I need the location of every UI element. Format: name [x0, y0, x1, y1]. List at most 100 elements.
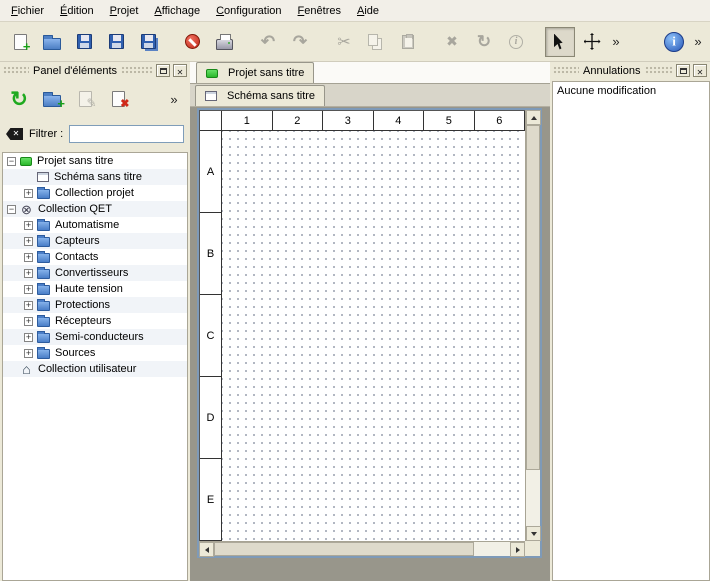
tree-item-semi-conducteurs[interactable]: Semi-conducteurs — [3, 329, 187, 345]
schema-tab-label: Schéma sans titre — [227, 90, 315, 102]
tree-expander[interactable] — [24, 333, 33, 342]
tree-expander[interactable] — [24, 317, 33, 326]
menu-fenetres[interactable]: Fenêtres — [290, 2, 349, 20]
tree-item-label: Protections — [55, 299, 110, 311]
cut-button[interactable] — [329, 27, 359, 57]
edit-element-button[interactable] — [71, 85, 99, 113]
float-undo-panel-button[interactable] — [676, 64, 690, 77]
tree-item-label: Collection projet — [55, 187, 134, 199]
tree-expander[interactable] — [24, 269, 33, 278]
arrow-left-icon — [205, 547, 209, 553]
tree-expander[interactable] — [24, 349, 33, 358]
save-button[interactable] — [69, 27, 99, 57]
horizontal-scrollbar[interactable] — [199, 541, 525, 556]
scroll-left-button[interactable] — [199, 542, 214, 557]
save-as-button[interactable] — [101, 27, 131, 57]
tree-item-collection-qet[interactable]: Collection QET — [3, 201, 187, 217]
menu-configuration[interactable]: Configuration — [208, 2, 289, 20]
print-button[interactable] — [209, 27, 239, 57]
tree-item-collection-projet[interactable]: Collection projet — [3, 185, 187, 201]
panel-overflow-button[interactable] — [167, 85, 181, 113]
open-project-button[interactable] — [37, 27, 67, 57]
tree-expander[interactable] — [24, 301, 33, 310]
tree-expander[interactable] — [7, 205, 16, 214]
tree-item-schema-sans-titre[interactable]: Schéma sans titre — [3, 169, 187, 185]
tree-item-projet-sans-titre[interactable]: Projet sans titre — [3, 153, 187, 169]
tree-expander[interactable] — [24, 237, 33, 246]
schema-view: 1 2 3 4 5 6 — [199, 110, 525, 541]
filter-row: Filtrer : — [2, 122, 188, 146]
menu-affichage[interactable]: Affichage — [146, 2, 208, 20]
undo-button[interactable] — [253, 27, 283, 57]
toolbar-overflow-right-button[interactable] — [691, 27, 705, 57]
tree-item-capteurs[interactable]: Capteurs — [3, 233, 187, 249]
tree-item-convertisseurs[interactable]: Convertisseurs — [3, 265, 187, 281]
arrow-right-icon — [516, 547, 520, 553]
tree-expander[interactable] — [24, 221, 33, 230]
tree-item-collection-utilisateur[interactable]: Collection utilisateur — [3, 361, 187, 377]
row-labels: A B C D E — [200, 131, 222, 541]
menu-projet[interactable]: Projet — [102, 2, 147, 20]
toolbar-button-icon — [402, 35, 414, 49]
dock-grip[interactable] — [645, 66, 674, 75]
scroll-down-button[interactable] — [526, 526, 541, 541]
qelectrotech-window: Fichier Édition Projet Affichage Configu… — [0, 0, 710, 581]
clear-filter-button[interactable] — [6, 128, 23, 140]
tree-expander[interactable] — [7, 157, 16, 166]
tree-item-recepteurs[interactable]: Récepteurs — [3, 313, 187, 329]
dock-grip[interactable] — [3, 66, 29, 75]
elements-tree: Projet sans titre Schéma sans titre Coll… — [2, 152, 188, 581]
dock-grip[interactable] — [553, 66, 579, 75]
copy-button[interactable] — [361, 27, 391, 57]
delete-button[interactable] — [437, 27, 467, 57]
paste-button[interactable] — [393, 27, 423, 57]
tab-projet-sans-titre[interactable]: Projet sans titre — [196, 62, 314, 83]
tree-item-protections[interactable]: Protections — [3, 297, 187, 313]
rotate-button[interactable] — [469, 27, 499, 57]
menu-aide[interactable]: Aide — [349, 2, 387, 20]
new-element-button[interactable] — [38, 85, 66, 113]
tree-item-automatisme[interactable]: Automatisme — [3, 217, 187, 233]
menu-fichier[interactable]: Fichier — [3, 2, 52, 20]
about-qet-button[interactable] — [659, 27, 689, 57]
scrollbar-corner — [525, 541, 540, 556]
close-file-button[interactable] — [177, 27, 207, 57]
close-panel-button[interactable] — [173, 64, 187, 77]
tree-expander[interactable] — [24, 253, 33, 262]
float-panel-button[interactable] — [156, 64, 170, 77]
tree-expander[interactable] — [24, 285, 33, 294]
arrow-up-icon — [531, 116, 537, 120]
tree-item-icon — [37, 285, 50, 295]
toolbar-button-icon — [77, 34, 92, 49]
tree-expander[interactable] — [24, 189, 33, 198]
move-tool-button[interactable] — [577, 27, 607, 57]
select-tool-button[interactable] — [545, 27, 575, 57]
vertical-scroll-track[interactable] — [526, 125, 540, 526]
delete-element-button[interactable] — [104, 85, 132, 113]
tree-item-sources[interactable]: Sources — [3, 345, 187, 361]
vertical-scroll-thumb[interactable] — [526, 125, 540, 470]
tree-item-haute-tension[interactable]: Haute tension — [3, 281, 187, 297]
tree-item-contacts[interactable]: Contacts — [3, 249, 187, 265]
close-undo-panel-button[interactable] — [693, 64, 707, 77]
save-all-button[interactable] — [133, 27, 163, 57]
toolbar-button-icon — [368, 34, 378, 46]
reload-collections-button[interactable] — [5, 85, 33, 113]
dock-grip[interactable] — [121, 66, 153, 75]
schema-icon — [205, 91, 217, 101]
redo-button[interactable] — [285, 27, 315, 57]
new-project-button[interactable] — [5, 27, 35, 57]
filter-input[interactable] — [69, 125, 184, 143]
tree-item-label: Collection utilisateur — [38, 363, 136, 375]
scroll-up-button[interactable] — [526, 110, 541, 125]
close-icon — [177, 63, 184, 78]
scroll-right-button[interactable] — [510, 542, 525, 557]
horizontal-scroll-thumb[interactable] — [214, 542, 474, 556]
toolbar-overflow-button[interactable] — [609, 27, 623, 57]
vertical-scrollbar[interactable] — [525, 110, 540, 541]
horizontal-scroll-track[interactable] — [214, 542, 510, 556]
conductor-info-button[interactable] — [501, 27, 531, 57]
menu-edition[interactable]: Édition — [52, 2, 102, 20]
tab-schema-sans-titre[interactable]: Schéma sans titre — [195, 85, 325, 106]
diagram-canvas[interactable] — [222, 131, 525, 541]
